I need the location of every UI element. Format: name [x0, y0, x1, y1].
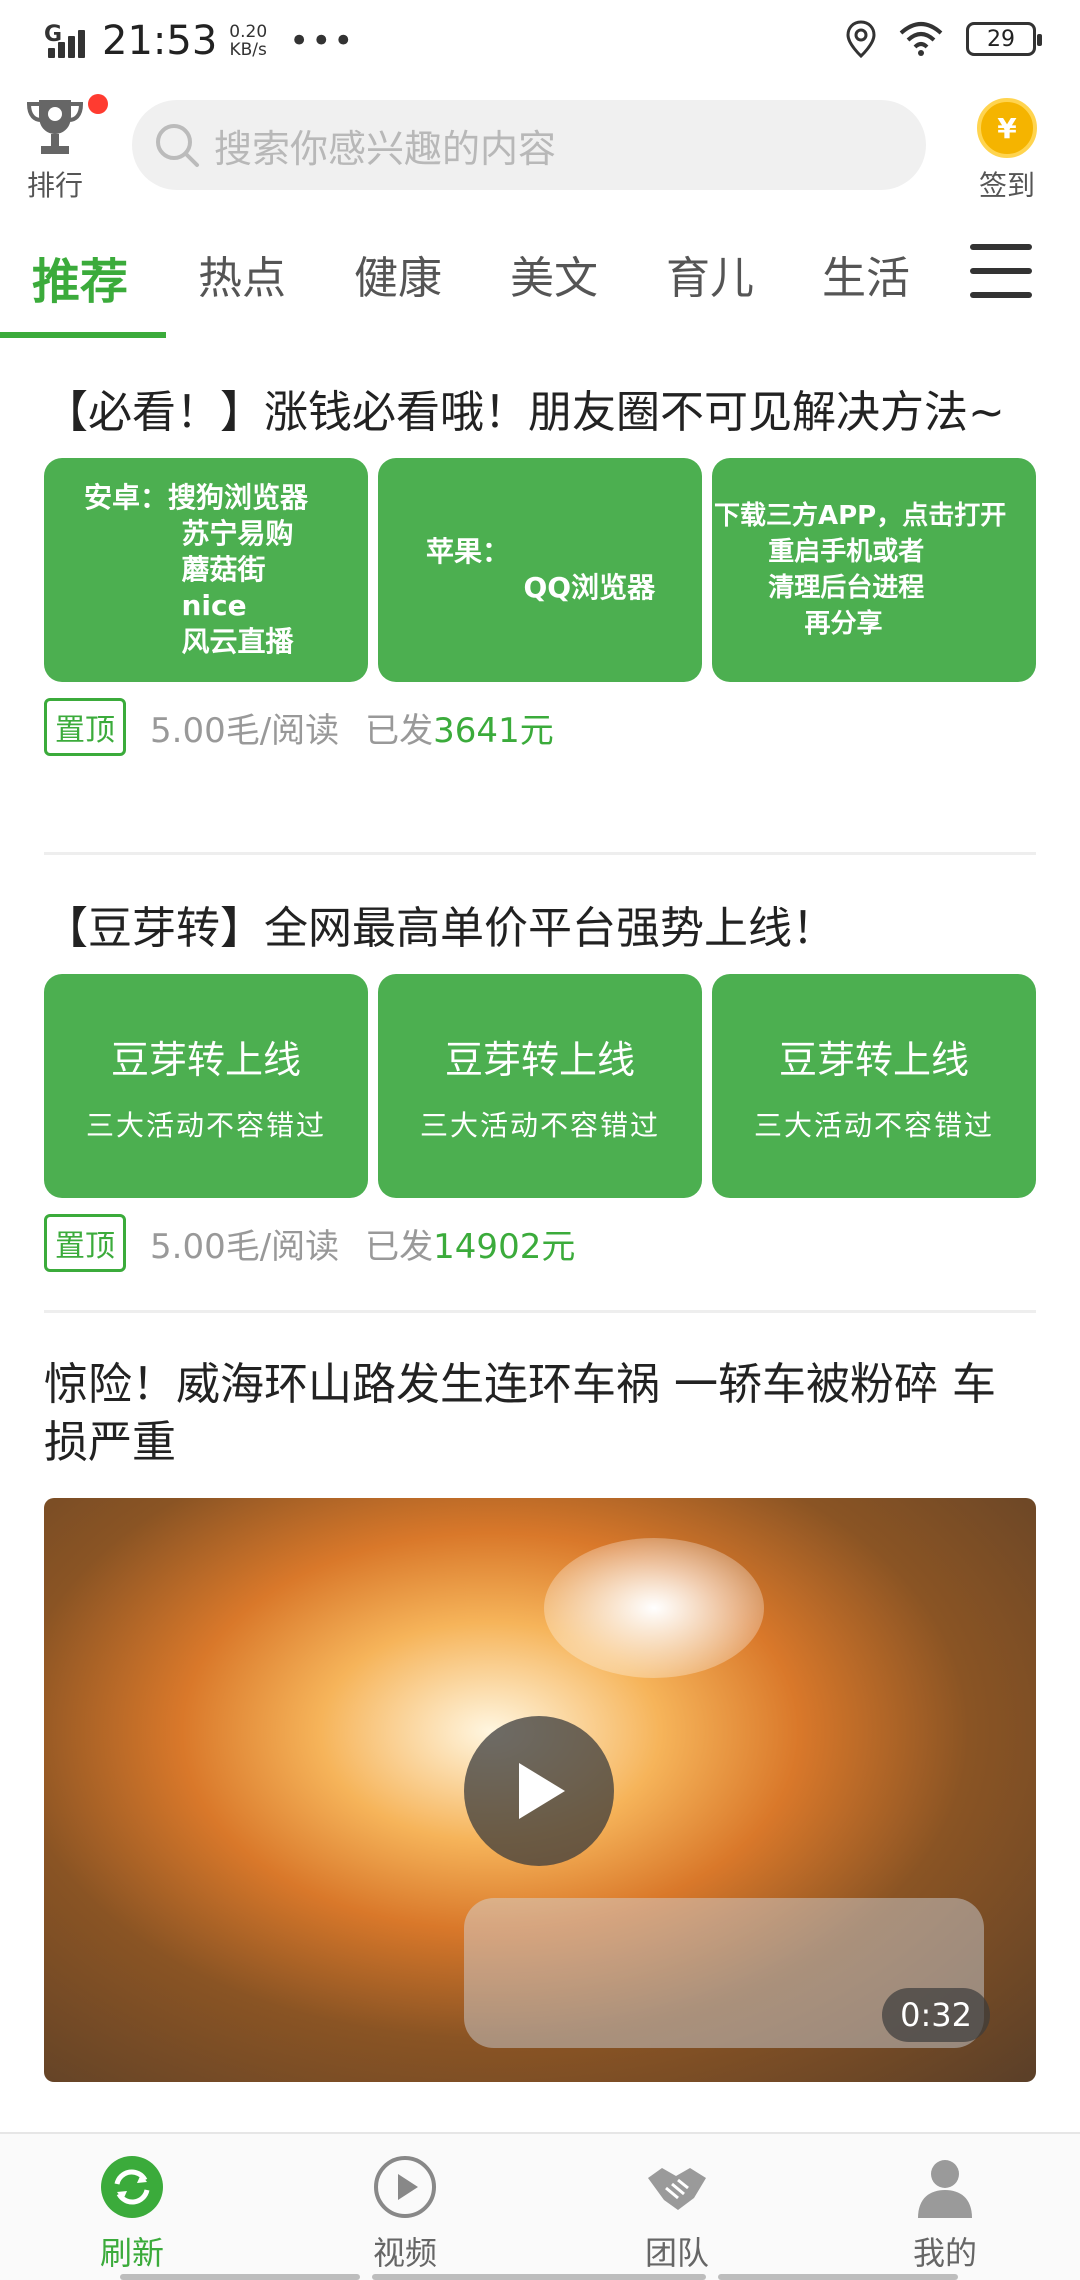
video-duration: 0:32 [882, 1988, 990, 2042]
thumbnail-text: 苹果： QQ浏览器 [426, 535, 656, 604]
wifi-icon [899, 22, 943, 56]
search-bar[interactable]: 搜索你感兴趣的内容 [132, 100, 926, 190]
sign-in-button[interactable]: ¥ 签到 [972, 98, 1042, 204]
person-icon [918, 2160, 972, 2218]
article-meta: 置顶 5.00毛/阅读 已发 3641元 [44, 698, 1036, 756]
sign-in-label: 签到 [978, 169, 1035, 202]
ranking-button[interactable]: 排行 [20, 94, 108, 204]
handshake-icon [648, 2168, 706, 2210]
thumbnail-subtitle: 三大活动不容错过 [85, 1108, 326, 1142]
refresh-icon [101, 2156, 163, 2218]
tab-health[interactable]: 健康 [354, 242, 442, 306]
menu-icon[interactable] [970, 244, 1032, 302]
home-indicator [372, 2274, 706, 2280]
video-thumbnail[interactable]: 0:32 [44, 1498, 1036, 2082]
pinned-badge: 置顶 [44, 1214, 126, 1272]
network-speed: 0.20 KB/s [229, 23, 267, 59]
article-title: 【必看！】涨钱必看哦！朋友圈不可见解决方法~ [44, 387, 1005, 438]
sent-label: 已发 [365, 710, 434, 751]
thumbnail: 豆芽转上线 三大活动不容错过 [44, 974, 368, 1198]
active-tab-indicator [0, 332, 166, 338]
thumbnail: 豆芽转上线 三大活动不容错过 [712, 974, 1036, 1198]
tab-hot[interactable]: 热点 [198, 242, 286, 306]
nav-label: 我的 [912, 2234, 977, 2272]
article-thumbnails: 安卓：搜狗浏览器 苏宁易购 蘑菇街 nice 风云直播 苹果： QQ浏览器 下载… [44, 458, 1036, 682]
thumbnail-title: 豆芽转上线 [778, 1037, 969, 1082]
status-left: G 21:53 0.20 KB/s ••• [44, 18, 355, 64]
video-highlight [544, 1538, 764, 1678]
sent-amount: 3641元 [433, 710, 554, 751]
thumbnail: 安卓：搜狗浏览器 苏宁易购 蘑菇街 nice 风云直播 [44, 458, 368, 682]
play-icon [519, 1763, 565, 1819]
price-per-read: 5.00毛/阅读 [150, 710, 340, 751]
pinned-badge: 置顶 [44, 698, 126, 756]
article-title: 惊险！威海环山路发生连环车祸 一轿车被粉碎 车损严重 [44, 1359, 996, 1468]
article-meta: 置顶 5.00毛/阅读 已发 14902元 [44, 1214, 1036, 1272]
thumbnail-subtitle: 三大活动不容错过 [753, 1108, 994, 1142]
nav-label: 团队 [644, 2234, 709, 2272]
ranking-label: 排行 [26, 169, 83, 202]
article-thumbnails: 豆芽转上线 三大活动不容错过 豆芽转上线 三大活动不容错过 豆芽转上线 三大活动… [44, 974, 1036, 1198]
status-right: 29 [846, 20, 1042, 58]
thumbnail: 下载三方APP，点击打开 重启手机或者 清理后台进程 再分享 [712, 458, 1036, 682]
home-indicator [120, 2274, 360, 2280]
nav-team[interactable]: 团队 [607, 2154, 747, 2274]
category-tabs: 推荐 热点 健康 美文 育儿 生活 [0, 228, 1080, 342]
home-indicator [718, 2274, 958, 2280]
nav-profile[interactable]: 我的 [875, 2154, 1015, 2274]
search-icon [156, 124, 199, 167]
nav-label: 视频 [372, 2234, 437, 2272]
tab-prose[interactable]: 美文 [510, 242, 598, 306]
search-placeholder: 搜索你感兴趣的内容 [214, 126, 557, 171]
nav-refresh[interactable]: 刷新 [62, 2154, 202, 2274]
sent-amount: 14902元 [433, 1226, 576, 1267]
battery-icon: 29 [966, 22, 1042, 56]
top-header: 排行 搜索你感兴趣的内容 ¥ 签到 [0, 86, 1080, 206]
nav-video[interactable]: 视频 [335, 2154, 475, 2274]
thumbnail-title: 豆芽转上线 [444, 1037, 635, 1082]
location-icon [846, 20, 876, 58]
article-card[interactable]: 【豆芽转】全网最高单价平台强势上线！ 豆芽转上线 三大活动不容错过 豆芽转上线 … [44, 900, 1036, 1272]
price-per-read: 5.00毛/阅读 [150, 1226, 340, 1267]
video-article-card[interactable]: 惊险！威海环山路发生连环车祸 一轿车被粉碎 车损严重 0:32 [44, 1356, 1036, 2082]
article-title: 【豆芽转】全网最高单价平台强势上线！ [44, 903, 836, 954]
speed-value: 0.20 [229, 22, 268, 42]
status-bar: G 21:53 0.20 KB/s ••• 29 [0, 0, 1080, 82]
divider [44, 1310, 1036, 1313]
thumbnail-subtitle: 三大活动不容错过 [419, 1108, 660, 1142]
thumbnail: 苹果： QQ浏览器 [378, 458, 702, 682]
thumbnail-text: 下载三方APP，点击打开 重启手机或者 清理后台进程 再分享 [714, 501, 1007, 639]
notification-dot [88, 94, 108, 114]
speed-unit: KB/s [229, 40, 267, 60]
tab-parenting[interactable]: 育儿 [666, 242, 754, 306]
play-button[interactable] [464, 1716, 614, 1866]
trophy-icon [26, 100, 84, 154]
coin-icon: ¥ [977, 98, 1037, 158]
signal-icon: G [44, 22, 90, 60]
video-play-icon [374, 2156, 436, 2218]
thumbnail-title: 豆芽转上线 [110, 1037, 301, 1082]
article-card[interactable]: 【必看！】涨钱必看哦！朋友圈不可见解决方法~ 安卓：搜狗浏览器 苏宁易购 蘑菇街… [44, 384, 1036, 756]
tab-recommend[interactable]: 推荐 [32, 242, 128, 312]
clock: 21:53 [102, 18, 218, 64]
battery-level: 29 [987, 26, 1015, 52]
sent-label: 已发 [365, 1226, 434, 1267]
thumbnail-text: 安卓：搜狗浏览器 苏宁易购 蘑菇街 nice 风云直播 [84, 481, 309, 658]
thumbnail: 豆芽转上线 三大活动不容错过 [378, 974, 702, 1198]
divider [44, 852, 1036, 855]
more-notifications-icon: ••• [289, 21, 356, 61]
nav-label: 刷新 [99, 2234, 164, 2272]
bottom-navigation: 刷新 视频 团队 我的 [0, 2132, 1080, 2280]
tab-life[interactable]: 生活 [822, 242, 910, 306]
